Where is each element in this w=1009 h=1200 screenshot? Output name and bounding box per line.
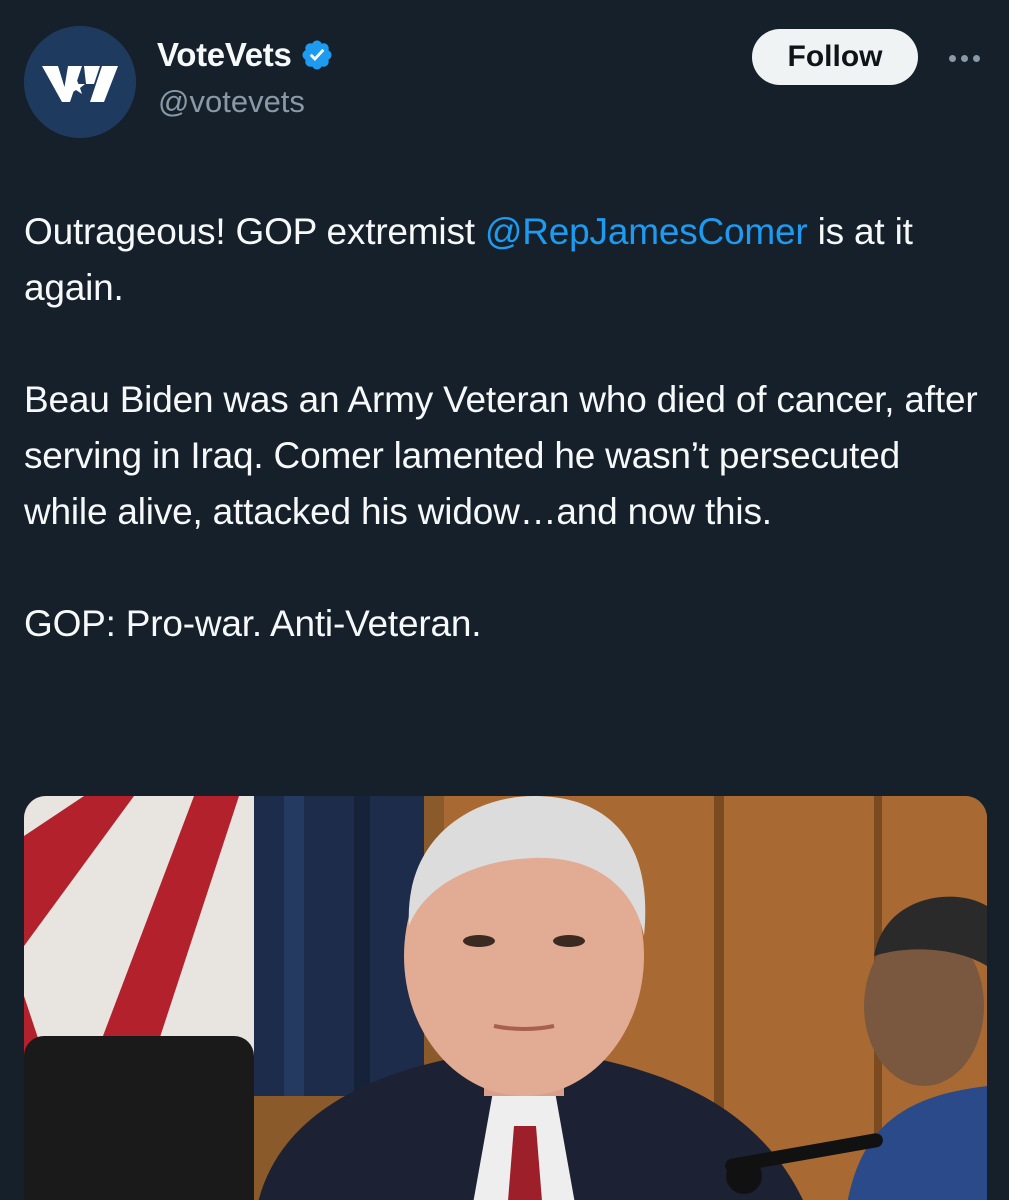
display-name[interactable]: VoteVets: [157, 36, 292, 74]
tweet-paragraph-1: Outrageous! GOP extremist @RepJamesComer…: [24, 204, 989, 316]
author-handle[interactable]: @votevets: [158, 84, 305, 120]
verified-badge-icon: [300, 38, 334, 72]
tweet-paragraph-3: GOP: Pro-war. Anti-Veteran.: [24, 603, 482, 644]
photo-image: [24, 796, 987, 1200]
tweet-photo[interactable]: [24, 796, 987, 1200]
tweet-page: VoteVets @votevets Follow Outrageous! GO…: [0, 0, 1009, 1200]
tweet-text: Outrageous! GOP extremist @RepJamesComer…: [24, 204, 989, 652]
author-name-row[interactable]: VoteVets: [157, 36, 334, 74]
more-horizontal-icon[interactable]: [942, 44, 986, 72]
tweet-paragraph-2: Beau Biden was an Army Veteran who died …: [24, 379, 978, 532]
votevets-logo-icon: [24, 26, 136, 138]
mention-link[interactable]: @RepJamesComer: [485, 211, 808, 252]
avatar[interactable]: [24, 26, 136, 138]
follow-button[interactable]: Follow: [752, 29, 918, 85]
tweet-line1-pre: Outrageous! GOP extremist: [24, 211, 485, 252]
